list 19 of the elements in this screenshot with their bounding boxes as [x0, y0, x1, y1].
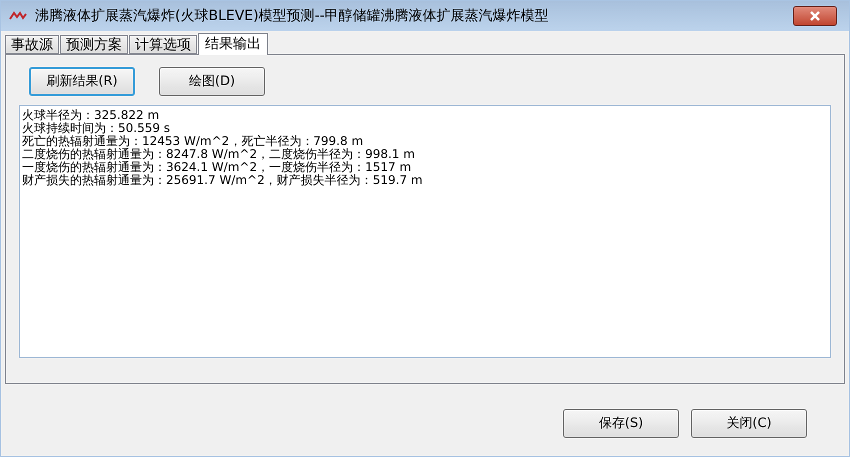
tab[interactable]: 计算选项 [129, 35, 197, 54]
close-button[interactable] [793, 6, 837, 26]
result-line: 死亡的热辐射通量为：12453 W/m^2，死亡半径为：799.8 m [22, 135, 364, 148]
tab[interactable]: 结果输出 [198, 33, 268, 55]
toolbar-button[interactable]: 刷新结果(R) [29, 67, 135, 96]
toolbar-button[interactable]: 绘图(D) [159, 67, 265, 96]
tab[interactable]: 预测方案 [60, 35, 128, 54]
result-line: 火球持续时间为：50.559 s [22, 122, 172, 135]
app-logo-icon [9, 11, 27, 21]
result-line: 一度烧伤的热辐射通量为：3624.1 W/m^2，一度烧伤半径为：1517 m [22, 161, 412, 174]
result-line: 财产损失的热辐射通量为：25691.7 W/m^2，财产损失半径为：519.7 m [22, 174, 424, 187]
window-title: 沸腾液体扩展蒸汽爆炸(火球BLEVE)模型预测--甲醇储罐沸腾液体扩展蒸汽爆炸模型 [35, 6, 550, 26]
results-text-area[interactable]: 火球半径为：325.822 m 火球持续时间为：50.559 s 死亡的热辐射通量为：12453 W/m^2，死亡半径为：799.8 m 二度烧伤的热辐射通量为：8247.8 W/m^2，二度烧伤半径为：998.1 m 一度烧伤的热辐射通量为：3624.1 W/m^2，一度烧伤半径为：1517 m 财产损失的热辐射通量为：25691.7 W/m^2，财产损失半径为：519.7 m [19, 105, 831, 358]
dialog-button[interactable]: 关闭(C) [691, 409, 807, 438]
result-line: 二度烧伤的热辐射通量为：8247.8 W/m^2，二度烧伤半径为：998.1 m [22, 148, 416, 161]
close-icon [809, 11, 821, 21]
result-line: 火球半径为：325.822 m [22, 109, 160, 122]
tab[interactable]: 事故源 [5, 35, 59, 54]
dialog-button[interactable]: 保存(S) [563, 409, 679, 438]
